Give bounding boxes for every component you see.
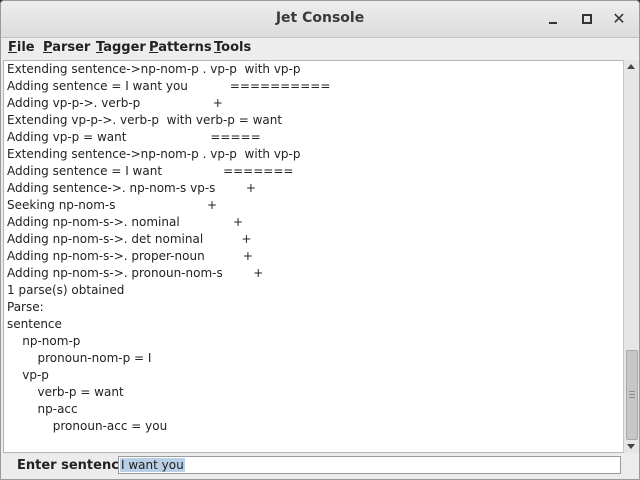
output-line: verb-p = want: [7, 385, 124, 399]
menu-tools[interactable]: Tools: [214, 40, 251, 55]
output-line: Adding np-nom-s->. det nominal +: [7, 232, 252, 246]
output-line: Adding vp-p->. verb-p +: [7, 96, 223, 110]
menu-patterns[interactable]: Patterns: [149, 40, 212, 55]
output-line: Adding vp-p = want =====: [7, 130, 261, 144]
sentence-input[interactable]: [118, 456, 621, 474]
output-line: Extending vp-p->. verb-p with verb-p = w…: [7, 113, 283, 127]
close-icon[interactable]: ✕: [609, 9, 629, 29]
maximize-icon[interactable]: [577, 9, 597, 29]
output-line: 1 parse(s) obtained: [7, 283, 125, 297]
menu-tagger[interactable]: Tagger: [96, 40, 146, 55]
menu-bar: File Parser Tagger Patterns Tools: [1, 38, 639, 60]
output-line: Extending sentence->np-nom-p . vp-p with…: [7, 62, 301, 76]
vertical-scrollbar[interactable]: [623, 60, 639, 453]
input-bar: Enter sentence: I want you: [1, 453, 639, 479]
output-line: Adding sentence->. np-nom-s vp-s +: [7, 181, 256, 195]
menu-file[interactable]: File: [8, 40, 35, 55]
selected-input-text: I want you: [120, 458, 185, 472]
grip-line: [629, 391, 635, 392]
console-output[interactable]: Extending sentence->np-nom-p . vp-p with…: [3, 60, 624, 453]
menu-parser[interactable]: Parser: [43, 40, 90, 55]
jet-console-window: Jet Console ✕ File Parser Tagger Pattern…: [0, 0, 640, 480]
grip-line: [629, 394, 635, 395]
output-line: Seeking np-nom-s +: [7, 198, 218, 212]
output-line: Extending sentence->np-nom-p . vp-p with…: [7, 147, 301, 161]
output-line: Adding np-nom-s->. proper-noun +: [7, 249, 253, 263]
output-line: sentence: [7, 317, 62, 331]
output-line: pronoun-acc = you: [7, 419, 168, 433]
minimize-icon[interactable]: [543, 9, 563, 29]
output-line: np-nom-p: [7, 334, 81, 348]
output-line: Adding sentence = I want =======: [7, 164, 294, 178]
output-line: Adding sentence = I want you ==========: [7, 79, 331, 93]
enter-sentence-label: Enter sentence:: [17, 458, 133, 473]
output-line: np-acc: [7, 402, 78, 416]
scrollbar-thumb[interactable]: [626, 350, 638, 440]
scroll-down-icon[interactable]: [627, 444, 635, 449]
output-line: Parse:: [7, 300, 44, 314]
output-line: pronoun-nom-p = I: [7, 351, 152, 365]
grip-line: [629, 397, 635, 398]
output-line: vp-p: [7, 368, 49, 382]
output-line: Adding np-nom-s->. nominal +: [7, 215, 244, 229]
scroll-up-icon[interactable]: [627, 64, 635, 69]
title-bar[interactable]: Jet Console ✕: [1, 1, 639, 38]
output-line: Adding np-nom-s->. pronoun-nom-s +: [7, 266, 264, 280]
